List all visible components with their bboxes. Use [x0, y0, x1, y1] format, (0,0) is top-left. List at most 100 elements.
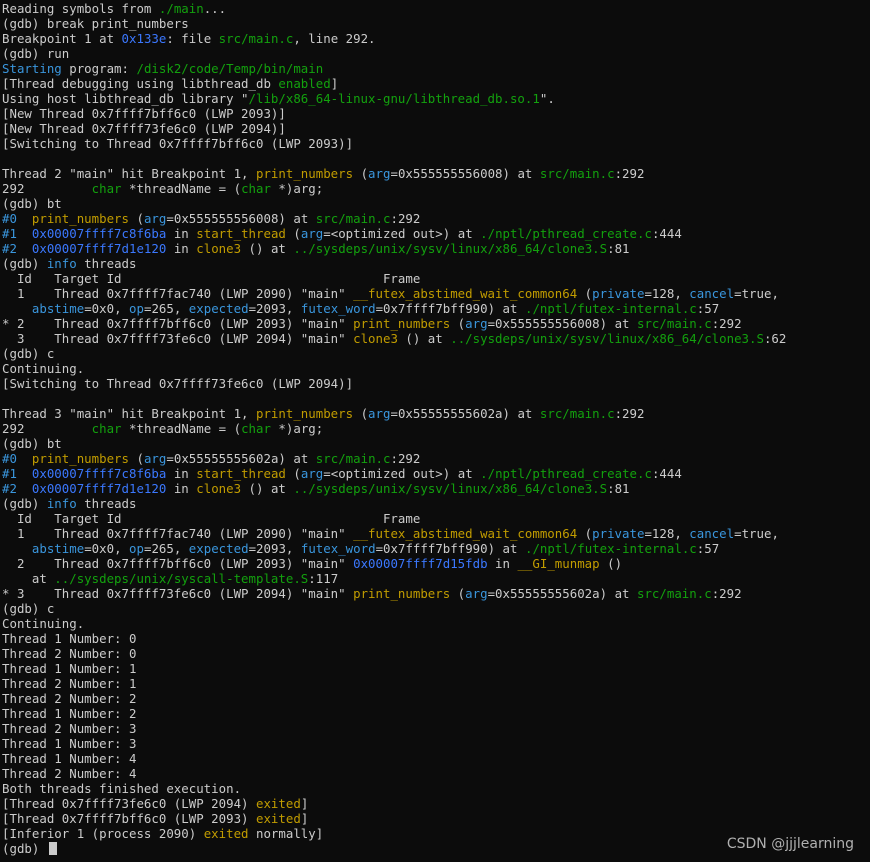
terminal-line: Breakpoint 1 at 0x133e: file src/main.c,…	[2, 31, 868, 46]
terminal-text: ./main	[158, 1, 204, 16]
terminal-text: * 2 Thread 0x7ffff7bff6c0 (LWP 2093) "ma…	[2, 316, 354, 331]
terminal-text: #2	[2, 481, 32, 496]
terminal-line: 3 Thread 0x7ffff73fe6c0 (LWP 2094) "main…	[2, 331, 868, 346]
terminal-text: in	[166, 466, 197, 481]
terminal-line: Thread 1 Number: 1	[2, 661, 868, 676]
terminal-text: futex_word	[300, 301, 376, 316]
terminal-text: Thread 1 Number: 3	[2, 736, 137, 751]
terminal-text: Thread 2 Number: 3	[2, 721, 137, 736]
terminal-line: [Thread 0x7ffff7bff6c0 (LWP 2093) exited…	[2, 811, 868, 826]
terminal-line: (gdb) c	[2, 601, 868, 616]
watermark: CSDN @jjjlearning	[726, 836, 854, 852]
terminal-text: ../sysdeps/unix/sysv/linux/x86_64/clone3…	[450, 331, 764, 346]
terminal-line: Thread 2 Number: 4	[2, 766, 868, 781]
terminal-line: (gdb) run	[2, 46, 868, 61]
terminal-line: Thread 1 Number: 0	[2, 631, 868, 646]
terminal-text: : file	[166, 31, 219, 46]
terminal-text: enabled	[278, 76, 331, 91]
terminal-text: private	[592, 286, 645, 301]
terminal-line: #2 0x00007ffff7d1e120 in clone3 () at ..…	[2, 481, 868, 496]
terminal-text: :57	[696, 301, 720, 316]
terminal-text: /disk2/code/Temp/bin/main	[136, 61, 324, 76]
terminal-text: [Switching to Thread 0x7ffff73fe6c0 (LWP…	[2, 376, 354, 391]
terminal-text: threads	[76, 256, 137, 271]
terminal-text: Id Target Id Frame	[2, 511, 421, 526]
terminal-text: print_numbers	[31, 211, 129, 226]
terminal-text: in	[166, 481, 197, 496]
terminal-line: [Switching to Thread 0x7ffff7bff6c0 (LWP…	[2, 136, 868, 151]
terminal-text: [Thread 0x7ffff7bff6c0 (LWP 2093)	[2, 811, 256, 826]
terminal-text: [Thread 0x7ffff73fe6c0 (LWP 2094)	[2, 796, 256, 811]
terminal-text: src/main.c	[315, 451, 391, 466]
terminal-text: [Thread debugging using libthread_db	[2, 76, 279, 91]
terminal-text: =<optimized out>) at	[323, 226, 481, 241]
cursor-block[interactable]	[48, 842, 57, 855]
terminal-text: start_thread	[196, 466, 286, 481]
terminal-text: 2 Thread 0x7ffff7bff6c0 (LWP 2093) "main…	[2, 556, 354, 571]
terminal-text: src/main.c	[636, 316, 712, 331]
terminal-line: Thread 2 Number: 3	[2, 721, 868, 736]
terminal-text: :292	[390, 211, 421, 226]
terminal-text: :292	[614, 166, 645, 181]
terminal-text: (	[353, 406, 369, 421]
terminal-text: at	[2, 571, 55, 586]
terminal-output[interactable]: Reading symbols from ./main... (gdb) brea…	[2, 1, 868, 859]
terminal-text: #1	[2, 466, 32, 481]
terminal-text: Thread 1 Number: 4	[2, 751, 137, 766]
terminal-text: print_numbers	[353, 316, 451, 331]
terminal-text: :292	[711, 316, 742, 331]
terminal-text: 0x00007ffff7d1e120	[31, 481, 167, 496]
terminal-text: 0x00007ffff7c8f6ba	[31, 226, 167, 241]
terminal-text: Using host libthread_db library "	[2, 91, 249, 106]
terminal-text: arg	[368, 166, 391, 181]
terminal-text: *)arg;	[270, 421, 324, 436]
terminal-text: program:	[61, 61, 137, 76]
terminal-text: :62	[763, 331, 787, 346]
terminal-text: Thread 2 Number: 2	[2, 691, 137, 706]
terminal-text: ()	[599, 556, 623, 571]
terminal-line: (gdb) bt	[2, 196, 868, 211]
terminal-text: ...	[203, 1, 227, 16]
terminal-text: arg	[300, 226, 324, 241]
terminal-text: #0	[2, 451, 32, 466]
terminal-line: 1 Thread 0x7ffff7fac740 (LWP 2090) "main…	[2, 526, 868, 541]
terminal-text: ]	[300, 796, 309, 811]
terminal-text: (	[129, 451, 144, 466]
terminal-text: :292	[390, 451, 421, 466]
terminal-text: (	[450, 316, 466, 331]
terminal-text: (	[285, 466, 301, 481]
terminal-text: arg	[465, 316, 488, 331]
terminal-text: () at	[397, 331, 451, 346]
terminal-text: arg	[465, 586, 488, 601]
terminal-text: :292	[614, 406, 645, 421]
terminal-line: [Thread debugging using libthread_db ena…	[2, 76, 868, 91]
terminal-text: :81	[607, 241, 630, 256]
terminal-text: ./nptl/pthread_create.c	[480, 466, 652, 481]
terminal-text: (gdb) bt	[2, 196, 62, 211]
terminal-text: =128,	[644, 526, 690, 541]
terminal-line: abstime=0x0, op=265, expected=2093, fute…	[2, 301, 868, 316]
terminal-text: 292	[2, 421, 92, 436]
terminal-text: arg	[143, 451, 167, 466]
terminal-text: (	[285, 226, 301, 241]
terminal-line: Continuing.	[2, 361, 868, 376]
terminal-line: * 2 Thread 0x7ffff7bff6c0 (LWP 2093) "ma…	[2, 316, 868, 331]
terminal-text: 1 Thread 0x7ffff7fac740 (LWP 2090) "main…	[2, 526, 354, 541]
terminal-text: [New Thread 0x7ffff73fe6c0 (LWP 2094)]	[2, 121, 286, 136]
terminal-text: (	[129, 211, 144, 226]
terminal-text: :444	[651, 466, 682, 481]
terminal-text: __futex_abstimed_wait_common64	[353, 526, 578, 541]
terminal-text: =128,	[644, 286, 690, 301]
terminal-text: char	[241, 421, 271, 436]
terminal-text: char	[241, 181, 271, 196]
terminal-text: Breakpoint 1 at	[2, 31, 122, 46]
terminal-text: print_numbers	[255, 166, 354, 181]
terminal-text: ]	[330, 76, 339, 91]
terminal-text: *threadName = (	[121, 421, 242, 436]
terminal-text: Thread 2 Number: 4	[2, 766, 137, 781]
terminal-text: op	[129, 541, 144, 556]
terminal-text: Both threads finished execution.	[2, 781, 242, 796]
terminal-text: (gdb) c	[2, 346, 55, 361]
terminal-text: char	[91, 421, 122, 436]
